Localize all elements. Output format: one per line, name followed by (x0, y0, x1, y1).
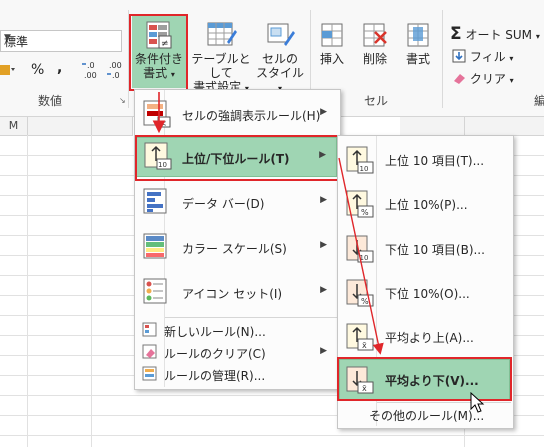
annotation-arrow (338, 157, 384, 355)
annotation-arrows (152, 92, 384, 355)
mouse-cursor-icon (470, 392, 485, 413)
